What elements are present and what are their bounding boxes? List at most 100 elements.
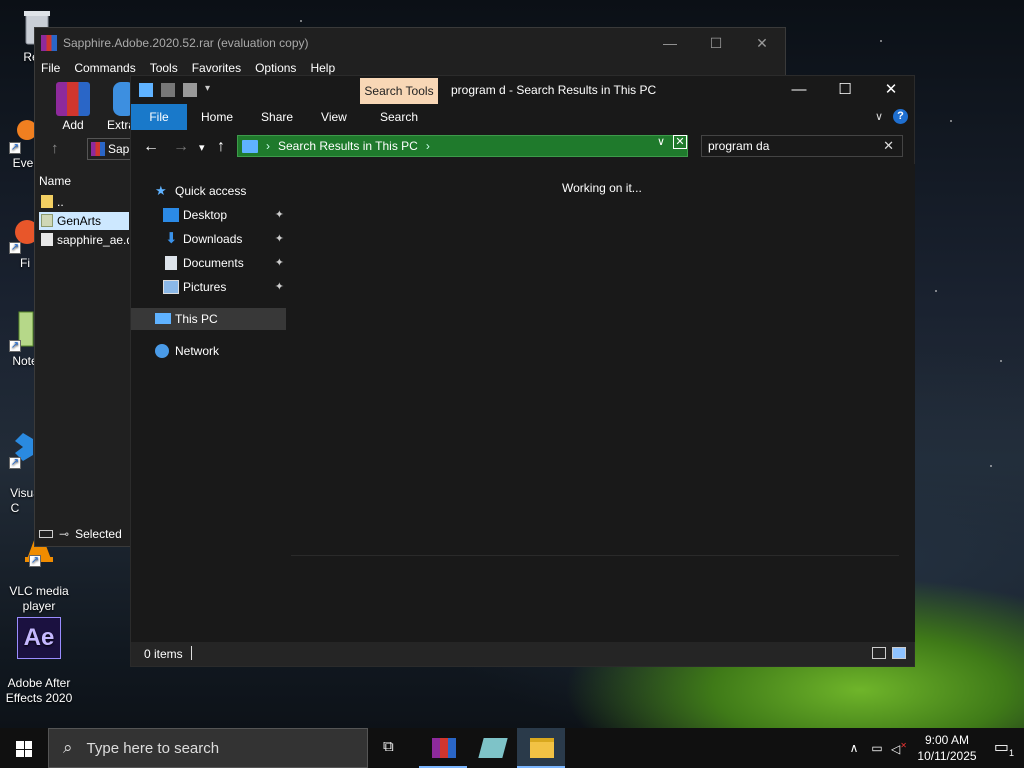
- list-item-label: sapphire_ae.dl: [57, 233, 129, 247]
- volume-muted-icon[interactable]: ◁✕: [888, 741, 910, 756]
- menu-file[interactable]: File: [41, 61, 60, 75]
- sidebar-item-documents[interactable]: Documents ✦: [131, 252, 286, 274]
- vscode-icon: ↗: [0, 425, 37, 469]
- document-icon: [165, 256, 177, 270]
- tab-search[interactable]: Search: [360, 104, 438, 130]
- sidebar-item-label: Pictures: [183, 280, 227, 294]
- maximize-icon[interactable]: ☐: [693, 35, 739, 52]
- task-view-button[interactable]: ⧉: [368, 728, 416, 768]
- new-folder-icon[interactable]: [183, 83, 197, 97]
- clear-search-icon[interactable]: ✕: [883, 136, 894, 156]
- shortcut-arrow-icon: ↗: [9, 142, 21, 154]
- help-icon[interactable]: ?: [893, 109, 908, 124]
- minimize-icon[interactable]: —: [776, 76, 822, 104]
- back-arrow-icon[interactable]: ←: [143, 138, 159, 156]
- taskbar-app-winrar[interactable]: [419, 728, 467, 768]
- address-bar[interactable]: › Search Results in This PC ›: [237, 135, 688, 157]
- sidebar-item-downloads[interactable]: ⬇ Downloads ✦: [131, 228, 286, 250]
- pin-icon: ✦: [274, 281, 284, 293]
- large-icons-view-icon[interactable]: [892, 647, 906, 659]
- tab-home[interactable]: Home: [187, 104, 247, 130]
- folder-up-icon: [41, 195, 53, 208]
- taskbar-app-editor[interactable]: [468, 728, 516, 768]
- menu-favorites[interactable]: Favorites: [192, 61, 241, 75]
- list-item[interactable]: sapphire_ae.dl: [39, 231, 129, 249]
- evernote-icon: ↗: [0, 110, 37, 154]
- after-effects-icon: Ae: [17, 617, 61, 659]
- drive-icon: [39, 530, 53, 538]
- up-arrow-icon[interactable]: ↑: [217, 138, 225, 156]
- desktop-icon: [163, 208, 179, 222]
- network-icon[interactable]: ▭: [866, 741, 888, 755]
- add-button[interactable]: Add: [49, 82, 97, 132]
- explorer-titlebar[interactable]: ▾ Search Tools program d - Search Result…: [131, 76, 914, 104]
- shortcut-arrow-icon: ↗: [9, 457, 21, 469]
- notification-icon[interactable]: ▭1: [984, 737, 1024, 758]
- list-item[interactable]: ..: [39, 193, 129, 211]
- search-input-value: program da: [708, 139, 770, 153]
- status-bar: 0 items: [131, 642, 914, 666]
- winrar-path[interactable]: Sapp: [87, 138, 131, 160]
- winrar-statusbar: ⊸ Selected: [35, 522, 131, 546]
- sidebar-item-network[interactable]: Network: [131, 340, 286, 362]
- working-status-text: Working on it...: [562, 181, 642, 195]
- minimize-icon[interactable]: —: [647, 35, 693, 52]
- sidebar-item-label: Downloads: [183, 232, 243, 246]
- search-results-icon: [242, 139, 258, 153]
- star-icon: ★: [155, 183, 167, 198]
- search-results-pane[interactable]: Working on it...: [291, 164, 915, 642]
- menu-tools[interactable]: Tools: [150, 61, 178, 75]
- details-view-icon[interactable]: [872, 647, 886, 659]
- close-icon[interactable]: ✕: [739, 35, 785, 52]
- chevron-up-icon[interactable]: ∧: [842, 741, 866, 755]
- winrar-icon: [432, 738, 456, 758]
- add-label: Add: [62, 118, 84, 132]
- desktop-icon-label: Adobe After Effects 2020: [5, 676, 73, 705]
- tab-view[interactable]: View: [307, 104, 361, 130]
- search-tools-contextual-tab: Search Tools: [360, 78, 438, 104]
- start-button[interactable]: [0, 728, 48, 768]
- folder-icon: [41, 214, 53, 227]
- close-icon[interactable]: ✕: [868, 76, 914, 104]
- menu-help[interactable]: Help: [310, 61, 335, 75]
- up-arrow-icon[interactable]: ↑: [51, 140, 59, 157]
- tab-share[interactable]: Share: [247, 104, 307, 130]
- sidebar-item-this-pc[interactable]: This PC: [131, 308, 286, 330]
- sidebar-item-quick-access[interactable]: ★ Quick access: [131, 180, 286, 202]
- breadcrumb[interactable]: Search Results in This PC: [278, 139, 418, 153]
- expand-ribbon-icon[interactable]: ∨: [875, 110, 883, 123]
- taskbar-search-placeholder: Type here to search: [86, 739, 220, 757]
- taskbar-app-file-explorer[interactable]: [517, 728, 565, 768]
- winrar-titlebar[interactable]: Sapphire.Adobe.2020.52.rar (evaluation c…: [35, 28, 785, 58]
- sidebar-item-label: Documents: [183, 256, 244, 270]
- system-tray: ∧ ▭ ◁✕ 9:00 AM 10/11/2025 ▭1: [842, 728, 1024, 768]
- taskbar: ⌕ Type here to search ⧉ ∧ ▭ ◁✕ 9:00 AM 1…: [0, 728, 1024, 768]
- menu-options[interactable]: Options: [255, 61, 296, 75]
- customize-qat-icon[interactable]: ▾: [205, 83, 219, 97]
- search-input[interactable]: program da ✕: [701, 135, 903, 157]
- column-header-name[interactable]: Name: [39, 174, 71, 188]
- recent-locations-icon[interactable]: ▾: [199, 141, 205, 154]
- menu-commands[interactable]: Commands: [74, 61, 135, 75]
- forward-arrow-icon[interactable]: →: [173, 138, 189, 156]
- properties-icon[interactable]: [161, 83, 175, 97]
- tab-file[interactable]: File: [131, 104, 187, 130]
- sidebar-item-label: Quick access: [175, 184, 247, 198]
- pin-icon: ✦: [274, 257, 284, 269]
- explorer-window[interactable]: ▾ Search Tools program d - Search Result…: [130, 75, 915, 667]
- stop-search-icon[interactable]: ✕: [673, 135, 687, 149]
- breadcrumb-separator-icon: ›: [266, 139, 270, 153]
- list-item-label: ..: [57, 195, 64, 209]
- path-text: Sapp: [108, 142, 130, 156]
- chevron-down-icon[interactable]: ∨: [657, 135, 665, 148]
- navigation-bar: ← → ▾ ↑ › Search Results in This PC › ∨ …: [131, 130, 914, 164]
- sidebar-item-desktop[interactable]: Desktop ✦: [131, 204, 286, 226]
- clock[interactable]: 9:00 AM 10/11/2025: [910, 732, 984, 764]
- sidebar-item-pictures[interactable]: Pictures ✦: [131, 276, 286, 298]
- rar-file-icon: [91, 142, 105, 156]
- maximize-icon[interactable]: ☐: [822, 76, 868, 104]
- taskbar-search-box[interactable]: ⌕ Type here to search: [48, 728, 368, 768]
- desktop-icon-after-effects[interactable]: Ae Adobe After Effects 2020: [2, 602, 76, 706]
- pin-icon: ✦: [274, 209, 284, 221]
- list-item[interactable]: GenArts: [39, 212, 129, 230]
